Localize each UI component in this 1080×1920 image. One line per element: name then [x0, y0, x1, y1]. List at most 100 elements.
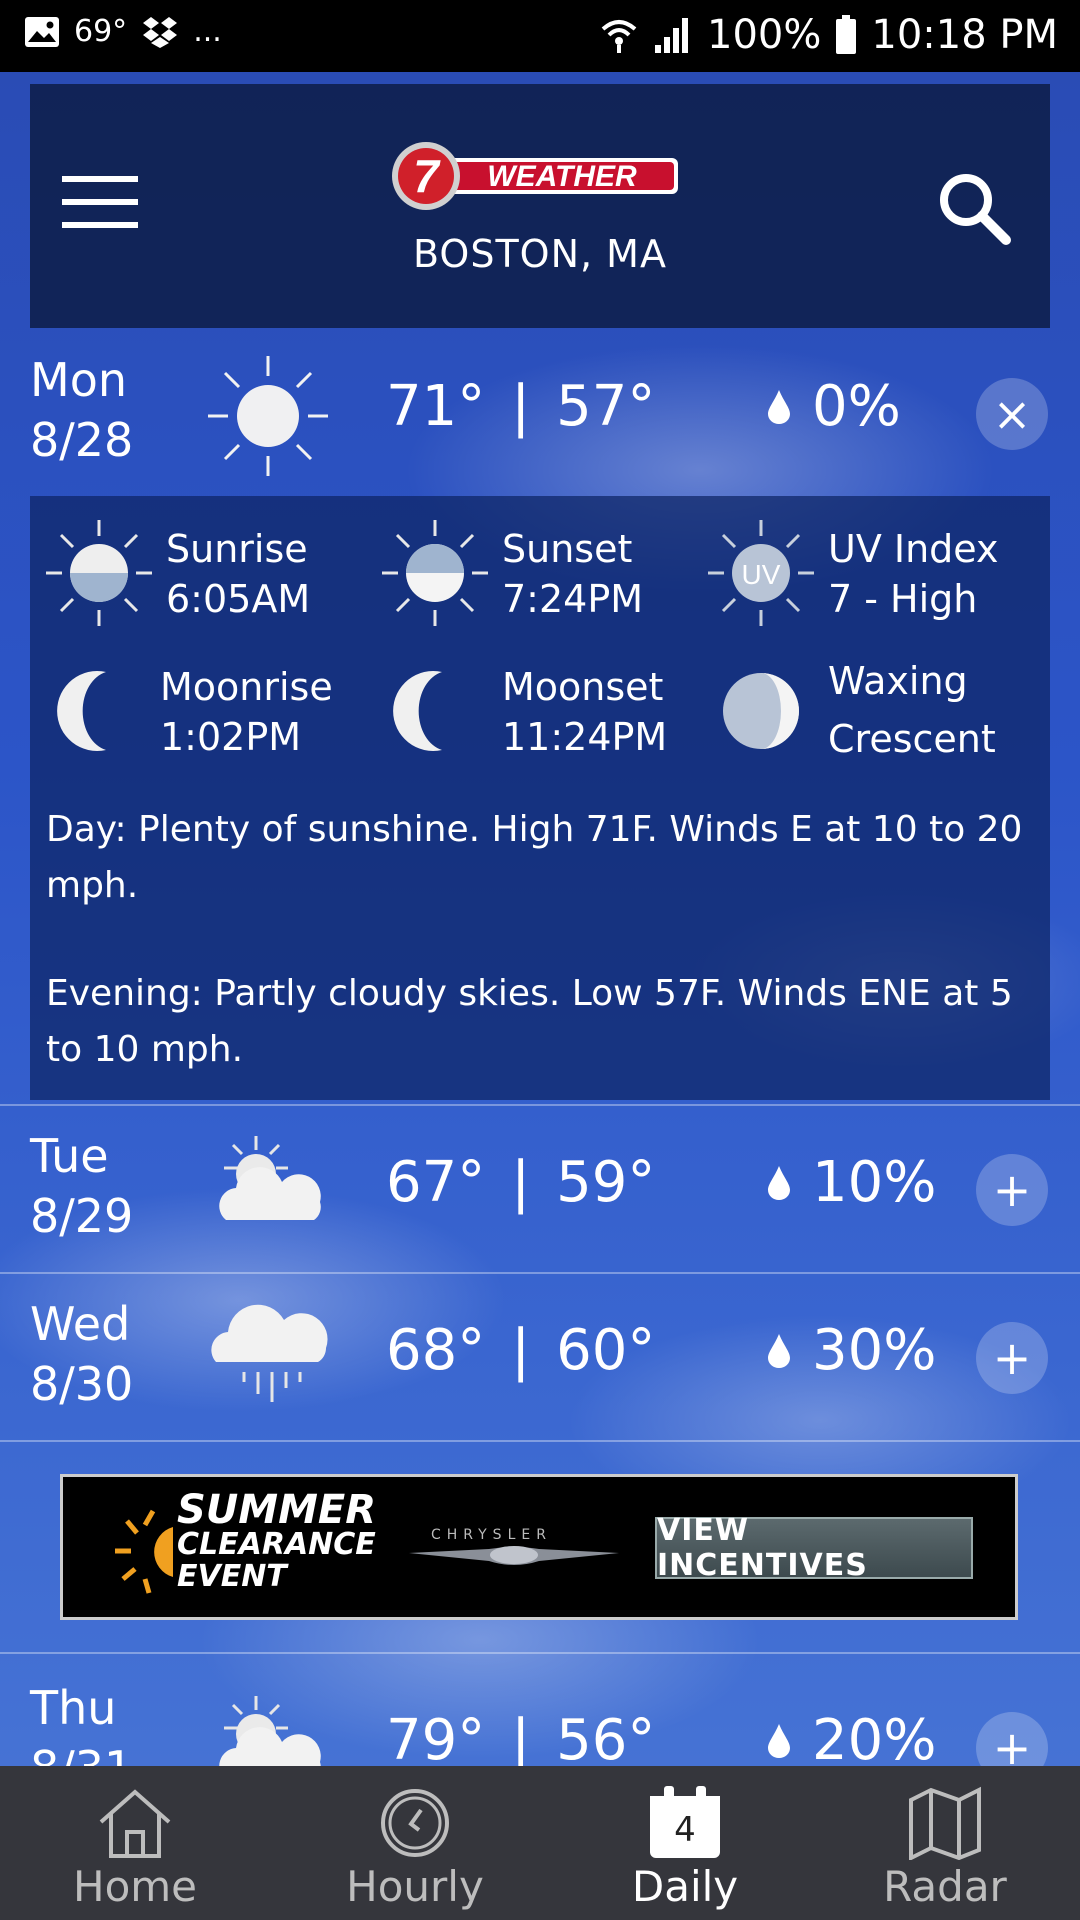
high-temp: 68° — [386, 1318, 486, 1383]
day-date: 8/30 — [30, 1357, 134, 1411]
raindrop-icon — [768, 1333, 790, 1368]
temperature-range: 71° | 57° — [386, 374, 655, 439]
nav-home-label: Home — [72, 1862, 198, 1911]
gallery-icon — [25, 16, 59, 47]
precip-chance: 10% — [768, 1150, 936, 1215]
day-row-tue[interactable]: Tue 8/29 67° | 59° 10% + — [0, 1104, 1080, 1274]
status-right: 100% 10:18 PM — [599, 12, 1058, 58]
precip-value: 10% — [812, 1150, 937, 1215]
map-icon — [909, 1786, 981, 1860]
status-more: ... — [193, 14, 222, 49]
sun-ad-icon — [115, 1509, 173, 1594]
sunset-time: 7:24PM — [502, 577, 644, 621]
collapse-button[interactable]: × — [976, 378, 1048, 450]
logo-text: WEATHER — [487, 160, 637, 193]
day-label: Mon 8/28 — [30, 350, 133, 470]
day-name: Thu — [30, 1681, 117, 1735]
chrysler-logo: CHRYSLER — [409, 1527, 619, 1567]
low-temp: 57° — [556, 374, 656, 439]
day-row-mon[interactable]: Mon 8/28 71° | 57° 0% × — [0, 330, 1080, 498]
sunset-label: Sunset — [502, 527, 633, 571]
logo-number: 7 — [413, 150, 441, 202]
expand-button[interactable]: + — [976, 1322, 1048, 1394]
day-row-thu[interactable]: Thu 8/31 79° | 56° 20% + — [0, 1654, 1080, 1766]
ad-line2: CLEARANCE — [177, 1527, 376, 1562]
uv-badge: UV — [742, 559, 781, 590]
7-weather-logo: 7 WEATHER — [390, 140, 690, 212]
sunrise-icon — [46, 520, 152, 626]
ad-line1: SUMMER — [177, 1487, 377, 1533]
uv-index-icon: UV — [708, 520, 814, 626]
day-details-panel: Sunrise 6:05AM Sunset 7:24PM UV UV Index… — [30, 496, 1050, 1100]
wifi-icon — [601, 20, 637, 53]
temp-separator: | — [511, 374, 531, 439]
partly-cloudy-icon — [219, 1696, 321, 1766]
day-forecast-text: Day: Plenty of sunshine. High 71F. Winds… — [46, 809, 1023, 906]
app-header: 7 WEATHER BOSTON, MA — [30, 84, 1050, 328]
partly-cloudy-icon — [219, 1136, 321, 1220]
temperature-range: 79° | 56° — [386, 1708, 655, 1766]
moonrise-label: Moonrise — [160, 665, 333, 709]
hamburger-menu-icon[interactable] — [62, 176, 138, 228]
battery-icon — [836, 15, 857, 54]
divider — [0, 1440, 1080, 1442]
expand-button[interactable]: + — [976, 1712, 1048, 1766]
calendar-icon: 4 — [648, 1786, 722, 1860]
temp-separator: | — [511, 1150, 531, 1215]
sunrise-info: Sunrise 6:05AM — [44, 518, 374, 628]
advertisement-banner[interactable]: SUMMER CLEARANCE EVENT CHRYSLER VIEW INC… — [60, 1474, 1018, 1620]
day-label: Wed 8/30 — [30, 1294, 133, 1414]
sunset-icon — [382, 520, 488, 626]
day-date: 8/28 — [30, 413, 134, 467]
location-title: BOSTON, MA — [413, 232, 667, 276]
temperature-range: 67° | 59° — [386, 1150, 655, 1215]
moonset-icon — [393, 671, 442, 751]
nav-hourly[interactable]: Hourly — [280, 1766, 550, 1920]
day-name: Wed — [30, 1297, 131, 1351]
sunrise-label: Sunrise — [166, 527, 308, 571]
nav-radar[interactable]: Radar — [810, 1766, 1080, 1920]
nav-daily-label: Daily — [631, 1862, 739, 1911]
moonrise-time: 1:02PM — [160, 715, 302, 759]
nav-radar-label: Radar — [883, 1862, 1007, 1911]
home-icon — [99, 1789, 171, 1858]
status-left: 69° ... — [24, 14, 222, 49]
clock: 10:18 PM — [871, 12, 1058, 58]
waxing-crescent-icon — [723, 673, 799, 749]
uv-value: 7 - High — [828, 577, 978, 621]
status-bar: 69° ... 100% 10:18 PM — [0, 0, 1080, 72]
moon-phase-line1: Waxing — [828, 659, 968, 703]
signal-icon — [655, 18, 689, 53]
high-temp: 71° — [386, 374, 486, 439]
nav-home[interactable]: Home — [0, 1766, 270, 1920]
dropbox-icon — [143, 16, 178, 48]
evening-forecast-text: Evening: Partly cloudy skies. Low 57F. W… — [46, 973, 1013, 1070]
raindrop-icon — [768, 1165, 790, 1200]
ad-headline: SUMMER CLEARANCE EVENT — [177, 1487, 377, 1594]
calendar-day-badge: 4 — [674, 1810, 696, 1850]
precip-value: 20% — [812, 1708, 937, 1766]
status-temperature: 69° — [74, 14, 128, 49]
view-incentives-button[interactable]: VIEW INCENTIVES — [655, 1513, 973, 1583]
day-label: Thu 8/31 — [30, 1678, 133, 1766]
moonrise-icon — [57, 671, 106, 751]
day-row-wed[interactable]: Wed 8/30 68° | 60° 30% + — [0, 1272, 1080, 1442]
day-label: Tue 8/29 — [30, 1126, 133, 1246]
day-name: Tue — [30, 1129, 109, 1183]
moonset-time: 11:24PM — [502, 715, 668, 759]
rain-cloud-icon — [211, 1304, 328, 1402]
expand-button[interactable]: + — [976, 1154, 1048, 1226]
bottom-navigation: Home Hourly 4 Daily Radar — [0, 1766, 1080, 1920]
low-temp: 56° — [556, 1708, 656, 1766]
moonrise-info: Moonrise 1:02PM — [44, 656, 374, 766]
ad-line3: EVENT — [177, 1559, 287, 1594]
moon-phase-line2: Crescent — [828, 717, 996, 761]
nav-daily[interactable]: 4 Daily — [550, 1766, 820, 1920]
battery-percent: 100% — [707, 12, 822, 58]
nav-hourly-label: Hourly — [346, 1862, 484, 1911]
uv-index-info: UV UV Index 7 - High — [706, 518, 1036, 628]
search-icon[interactable] — [934, 168, 1014, 248]
precip-chance: 30% — [768, 1318, 936, 1383]
moonset-info: Moonset 11:24PM — [380, 656, 710, 766]
raindrop-icon — [768, 1723, 790, 1758]
